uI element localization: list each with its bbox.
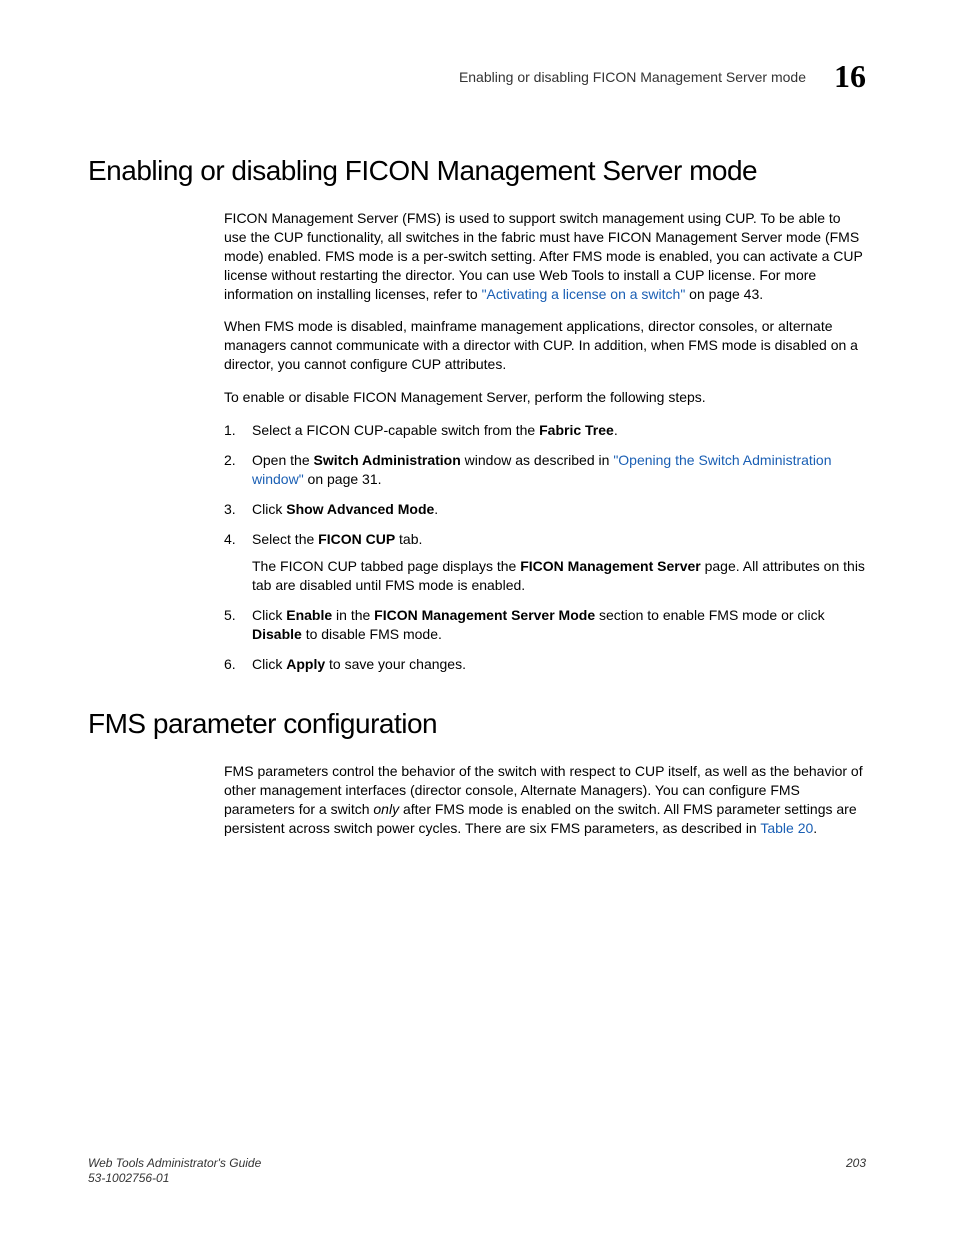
fms-params-paragraph: FMS parameters control the behavior of t…	[224, 762, 866, 838]
intro-paragraph-2: When FMS mode is disabled, mainframe man…	[224, 317, 866, 374]
ui-term-disable: Disable	[252, 626, 302, 642]
link-activating-license[interactable]: "Activating a license on a switch"	[482, 286, 686, 302]
step-text: in the	[332, 607, 374, 623]
ui-term-switch-admin: Switch Administration	[314, 452, 461, 468]
step-text: to save your changes.	[325, 656, 466, 672]
ui-term-ficon-mgmt-mode: FICON Management Server Mode	[374, 607, 595, 623]
para-text: on page 43.	[685, 286, 763, 302]
running-header-text: Enabling or disabling FICON Management S…	[459, 69, 806, 85]
running-header: Enabling or disabling FICON Management S…	[88, 58, 866, 95]
step-text: Select a FICON CUP-capable switch from t…	[252, 422, 539, 438]
step-text: on page 31.	[304, 471, 382, 487]
ui-term-apply: Apply	[286, 656, 325, 672]
step-3: Click Show Advanced Mode.	[224, 500, 866, 519]
intro-paragraph-1: FICON Management Server (FMS) is used to…	[224, 209, 866, 303]
step-1: Select a FICON CUP-capable switch from t…	[224, 421, 866, 440]
step-text: Open the	[252, 452, 314, 468]
section-heading-fms-params: FMS parameter configuration	[88, 708, 866, 740]
step-text: Select the	[252, 531, 318, 547]
footer-doc-title: Web Tools Administrator's Guide	[88, 1156, 261, 1172]
step-text: The FICON CUP tabbed page displays the	[252, 558, 520, 574]
step-text: .	[434, 501, 438, 517]
footer-doc-number: 53-1002756-01	[88, 1171, 261, 1187]
ui-term-enable: Enable	[286, 607, 332, 623]
intro-paragraph-3: To enable or disable FICON Management Se…	[224, 388, 866, 407]
step-text: .	[614, 422, 618, 438]
step-text: to disable FMS mode.	[302, 626, 442, 642]
step-4-sub: The FICON CUP tabbed page displays the F…	[252, 557, 866, 595]
step-text: window as described in	[461, 452, 614, 468]
ui-term-fabric-tree: Fabric Tree	[539, 422, 614, 438]
ui-term-ficon-cup-tab: FICON CUP	[318, 531, 395, 547]
chapter-number: 16	[834, 58, 866, 95]
step-6: Click Apply to save your changes.	[224, 655, 866, 674]
para-text: .	[813, 820, 817, 836]
emphasis-only: only	[373, 801, 399, 817]
step-text: Click	[252, 656, 286, 672]
section-heading-enable-disable: Enabling or disabling FICON Management S…	[88, 155, 866, 187]
steps-list: Select a FICON CUP-capable switch from t…	[224, 421, 866, 674]
step-2: Open the Switch Administration window as…	[224, 451, 866, 489]
step-text: section to enable FMS mode or click	[595, 607, 825, 623]
step-4: Select the FICON CUP tab. The FICON CUP …	[224, 530, 866, 596]
step-text: tab.	[395, 531, 422, 547]
link-table-20[interactable]: Table 20	[760, 820, 813, 836]
step-5: Click Enable in the FICON Management Ser…	[224, 606, 866, 644]
step-text: Click	[252, 607, 286, 623]
page-footer: Web Tools Administrator's Guide 53-10027…	[88, 1156, 866, 1187]
ui-term-ficon-mgmt-server: FICON Management Server	[520, 558, 701, 574]
footer-left: Web Tools Administrator's Guide 53-10027…	[88, 1156, 261, 1187]
footer-page-number: 203	[846, 1156, 866, 1170]
step-text: Click	[252, 501, 286, 517]
ui-term-show-advanced: Show Advanced Mode	[286, 501, 434, 517]
